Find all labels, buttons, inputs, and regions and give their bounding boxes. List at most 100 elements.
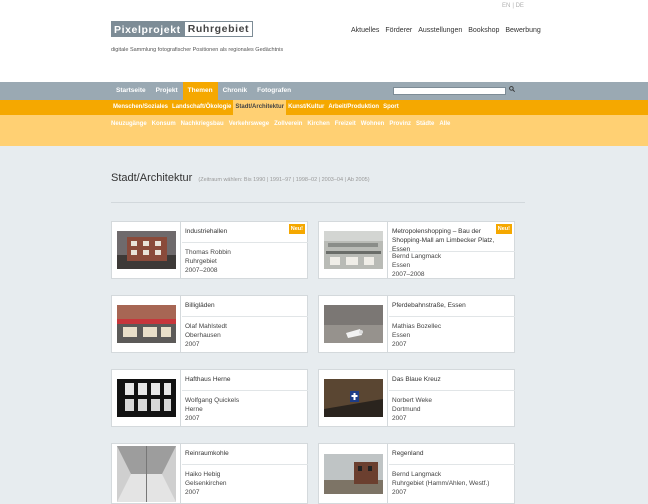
card-title[interactable]: Regenland xyxy=(392,449,500,458)
divider xyxy=(111,202,525,203)
card-author: Haiko Hebig xyxy=(185,471,221,478)
themes-nav: Menschen/Soziales Landschaft/Ökologie St… xyxy=(0,100,648,115)
tag-wohnen[interactable]: Wohnen xyxy=(361,121,385,127)
theme-menschen[interactable]: Menschen/Soziales xyxy=(111,100,170,115)
theme-arbeit[interactable]: Arbeit/Produktion xyxy=(326,100,381,115)
card-place: Oberhausen xyxy=(185,331,221,339)
card-author: Olaf Mahlstedt xyxy=(185,323,227,330)
top-nav: Aktuelles Förderer Ausstellungen Booksho… xyxy=(351,27,541,34)
thumbnail-image xyxy=(116,445,176,502)
card-separator xyxy=(182,242,308,243)
card-years: 2007 xyxy=(185,414,200,422)
card-title[interactable]: Reinraumkohle xyxy=(185,449,293,458)
main-nav-projekt[interactable]: Projekt xyxy=(151,82,183,100)
lang-en-link[interactable]: EN xyxy=(502,3,510,9)
card-place: Essen xyxy=(392,331,411,339)
card-place: Essen xyxy=(392,261,411,269)
main-nav-fotografen[interactable]: Fotografen xyxy=(252,82,296,100)
tag-zollverein[interactable]: Zollverein xyxy=(274,121,302,127)
card-title[interactable]: Metropolenshopping – Bau der Shopping-Ma… xyxy=(392,227,496,254)
card-thumbnail[interactable] xyxy=(319,296,388,352)
search-input[interactable] xyxy=(393,87,506,95)
project-card-reinraumkohle[interactable]: Reinraumkohle Haiko Hebig Gelsenkirchen … xyxy=(111,443,308,504)
main-nav-startseite[interactable]: Startseite xyxy=(111,82,151,100)
card-title[interactable]: Das Blaue Kreuz xyxy=(392,375,500,384)
tag-freizeit[interactable]: Freizeit xyxy=(335,121,356,127)
card-author: Norbert Weke xyxy=(392,397,432,404)
header: EN | DE Pixelprojekt Ruhrgebiet digitale … xyxy=(0,0,648,82)
card-meta: Wolfgang Quickels Herne 2007 xyxy=(185,397,239,423)
card-separator xyxy=(389,464,515,465)
card-place: Herne xyxy=(185,405,203,413)
lang-de-link[interactable]: DE xyxy=(516,3,524,9)
card-meta: Bernd Langmack Essen 2007–2008 xyxy=(392,253,441,279)
page-title: Stadt/Architektur (Zeitraum wählen: Bis … xyxy=(111,172,370,184)
tag-verkehrswege[interactable]: Verkehrswege xyxy=(229,121,269,127)
top-nav-bookshop[interactable]: Bookshop xyxy=(468,27,499,34)
tag-konsum[interactable]: Konsum xyxy=(152,121,176,127)
theme-landschaft[interactable]: Landschaft/Ökologie xyxy=(170,100,233,115)
card-thumbnail[interactable] xyxy=(319,370,388,426)
tag-kirchen[interactable]: Kirchen xyxy=(307,121,329,127)
theme-kunst[interactable]: Kunst/Kultur xyxy=(286,100,326,115)
card-years: 2007 xyxy=(185,488,200,496)
card-meta: Mathias Bozellec Essen 2007 xyxy=(392,323,441,349)
project-card-das-blaue-kreuz[interactable]: Das Blaue Kreuz Norbert Weke Dortmund 20… xyxy=(318,369,515,427)
card-meta: Olaf Mahlstedt Oberhausen 2007 xyxy=(185,323,227,349)
top-nav-aktuelles[interactable]: Aktuelles xyxy=(351,27,379,34)
project-card-regenland[interactable]: Regenland Bernd Langmack Ruhrgebiet (Ham… xyxy=(318,443,515,504)
tag-alle[interactable]: Alle xyxy=(439,121,450,127)
card-title[interactable]: Pferdebahnstraße, Essen xyxy=(392,301,500,310)
card-thumbnail[interactable] xyxy=(112,370,181,426)
project-card-hafthaus-herne[interactable]: Hafthaus Herne Wolfgang Quickels Herne 2… xyxy=(111,369,308,427)
card-thumbnail[interactable] xyxy=(112,444,181,503)
card-thumbnail[interactable] xyxy=(112,222,181,278)
card-thumbnail[interactable] xyxy=(319,222,388,278)
tagline: digitale Sammlung fotografischer Positio… xyxy=(111,47,284,53)
top-nav-bewerbung[interactable]: Bewerbung xyxy=(505,27,540,34)
card-title[interactable]: Hafthaus Herne xyxy=(185,375,293,384)
theme-sport[interactable]: Sport xyxy=(381,100,401,115)
main-nav-themen[interactable]: Themen xyxy=(182,82,218,100)
tag-nachkriegsbau[interactable]: Nachkriegsbau xyxy=(181,121,224,127)
card-separator xyxy=(182,316,308,317)
card-years: 2007–2008 xyxy=(392,270,425,278)
card-separator xyxy=(389,251,515,252)
card-place: Ruhrgebiet (Hamm/Ahlen, Westf.) xyxy=(392,479,490,487)
project-card-industriehallen[interactable]: Industriehallen Neu! Thomas Robbin Ruhrg… xyxy=(111,221,308,279)
thumbnail-image xyxy=(323,305,383,343)
tag-staedte[interactable]: Städte xyxy=(416,121,434,127)
tag-neuzugaenge[interactable]: Neuzugänge xyxy=(111,121,147,127)
period-filter[interactable]: (Zeitraum wählen: Bis 1990 | 1991–97 | 1… xyxy=(198,177,369,183)
site-logo[interactable]: Pixelprojekt Ruhrgebiet xyxy=(111,21,254,37)
card-title[interactable]: Billigläden xyxy=(185,301,293,310)
card-meta: Thomas Robbin Ruhrgebiet 2007–2008 xyxy=(185,249,231,275)
card-place: Gelsenkirchen xyxy=(185,479,227,487)
top-nav-foerderer[interactable]: Förderer xyxy=(385,27,412,34)
logo-part1: Pixelprojekt xyxy=(111,21,184,37)
logo-part2: Ruhrgebiet xyxy=(183,21,254,37)
main-nav-chronik[interactable]: Chronik xyxy=(218,82,253,100)
theme-stadt[interactable]: Stadt/Architektur xyxy=(233,100,287,115)
card-years: 2007 xyxy=(185,340,200,348)
top-nav-ausstellungen[interactable]: Ausstellungen xyxy=(418,27,462,34)
project-card-metropolenshopping[interactable]: Metropolenshopping – Bau der Shopping-Ma… xyxy=(318,221,515,279)
tag-provinz[interactable]: Provinz xyxy=(389,121,411,127)
card-author: Thomas Robbin xyxy=(185,249,231,256)
card-meta: Bernd Langmack Ruhrgebiet (Hamm/Ahlen, W… xyxy=(392,471,489,497)
thumbnail-image xyxy=(323,453,383,494)
thumbnail-image xyxy=(323,231,383,269)
card-thumbnail[interactable] xyxy=(319,444,388,503)
card-meta: Norbert Weke Dortmund 2007 xyxy=(392,397,432,423)
project-card-pferdebahnstrasse[interactable]: Pferdebahnstraße, Essen Mathias Bozellec… xyxy=(318,295,515,353)
thumbnail-image xyxy=(116,305,176,343)
page-title-text: Stadt/Architektur xyxy=(111,172,193,184)
card-title[interactable]: Industriehallen xyxy=(185,227,293,236)
project-card-billiglaeden[interactable]: Billigläden Olaf Mahlstedt Oberhausen 20… xyxy=(111,295,308,353)
card-place: Dortmund xyxy=(392,405,421,413)
language-switcher[interactable]: EN | DE xyxy=(502,3,526,9)
card-separator xyxy=(389,390,515,391)
card-author: Bernd Langmack xyxy=(392,253,442,260)
search-icon[interactable] xyxy=(509,86,516,94)
card-thumbnail[interactable] xyxy=(112,296,181,352)
